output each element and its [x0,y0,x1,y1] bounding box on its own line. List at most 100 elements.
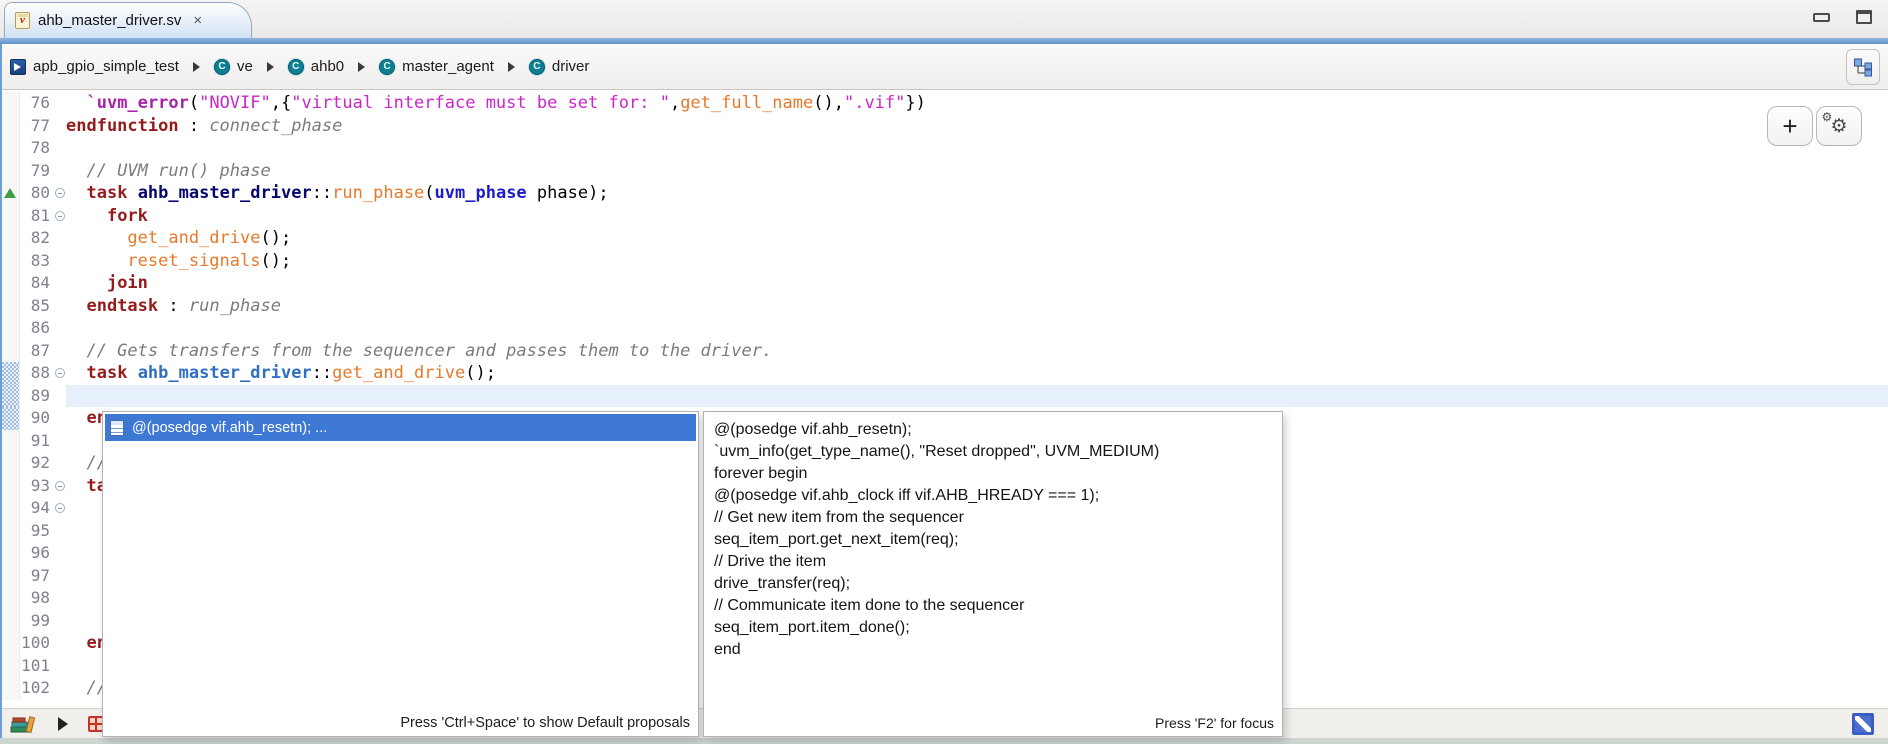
breadcrumb-label: ahb0 [311,58,344,75]
class-icon: C [379,59,395,75]
line-number: 80 [20,182,54,205]
marker-gutter [0,317,20,340]
code-line-80[interactable]: 80 task ahb_master_driver::run_phase(uvm… [0,182,1888,205]
marker-gutter [0,452,20,475]
close-icon[interactable]: × [193,12,202,29]
code-line-83[interactable]: 83 reset_signals(); [0,250,1888,273]
marker-gutter [0,655,20,678]
breadcrumb-arrow-icon [358,62,365,72]
marker-gutter [0,137,20,160]
line-number: 76 [20,92,54,115]
line-number: 101 [20,655,54,678]
class-icon: C [214,59,230,75]
code-line-84[interactable]: 84 join [0,272,1888,295]
marker-gutter [0,632,20,655]
fold-gutter [54,385,66,408]
completion-popup: @(posedge vif.ahb_resetn); ... Press 'Ct… [102,411,699,737]
detail-code-line: `uvm_info(get_type_name(), "Reset droppe… [714,441,1282,463]
window-bottom-edge [0,738,1888,744]
detail-code-line: seq_item_port.get_next_item(req); [714,529,1282,551]
component-icon [10,59,26,75]
fold-collapse-icon[interactable] [55,481,65,491]
breadcrumb-arrow-icon [193,62,200,72]
hierarchy-toggle-button[interactable] [1846,49,1880,85]
line-number: 79 [20,160,54,183]
line-number: 98 [20,587,54,610]
breadcrumb-label: ve [237,58,253,75]
marker-gutter [0,520,20,543]
marker-gutter [0,475,20,498]
line-number: 99 [20,610,54,633]
breadcrumb-label: driver [552,58,590,75]
books-icon[interactable] [10,713,38,735]
range-indicator [0,407,20,430]
play-icon[interactable] [58,717,68,731]
marker-gutter [0,587,20,610]
breadcrumb-item-master_agent[interactable]: Cmaster_agent [379,58,494,75]
code-line-85[interactable]: 85 endtask : run_phase [0,295,1888,318]
fold-gutter [54,452,66,475]
editor-left-border [0,44,2,738]
code-text [66,317,1888,340]
line-number: 83 [20,250,54,273]
breadcrumb-item-ve[interactable]: Cve [214,58,253,75]
detail-code-line: forever begin [714,463,1282,485]
minimize-icon[interactable] [1813,13,1830,22]
add-button[interactable]: + [1767,106,1813,146]
settings-button[interactable]: ⚙ [1816,106,1862,146]
line-number: 96 [20,542,54,565]
code-text: `uvm_error("NOVIF",{"virtual interface m… [66,92,1888,115]
code-line-82[interactable]: 82 get_and_drive(); [0,227,1888,250]
fold-gutter [54,115,66,138]
code-line-86[interactable]: 86 [0,317,1888,340]
class-icon: C [288,59,304,75]
code-line-78[interactable]: 78 [0,137,1888,160]
line-number: 84 [20,272,54,295]
line-number: 91 [20,430,54,453]
detail-code-line: end [714,639,1282,661]
fold-gutter [54,92,66,115]
breadcrumb-item-apb_gpio_simple_test[interactable]: apb_gpio_simple_test [10,58,179,75]
code-line-76[interactable]: 76 `uvm_error("NOVIF",{"virtual interfac… [0,92,1888,115]
code-text [66,385,1888,408]
code-text: endfunction : connect_phase [66,115,1888,138]
marker-gutter [0,610,20,633]
fold-gutter [54,565,66,588]
line-number: 86 [20,317,54,340]
range-indicator [0,385,20,408]
code-text: get_and_drive(); [66,227,1888,250]
fold-gutter [54,610,66,633]
code-line-79[interactable]: 79 // UVM run() phase [0,160,1888,183]
code-line-77[interactable]: 77 endfunction : connect_phase [0,115,1888,138]
code-text: // UVM run() phase [66,160,1888,183]
fold-collapse-icon[interactable] [55,211,65,221]
breadcrumb-item-driver[interactable]: Cdriver [529,58,590,75]
code-line-87[interactable]: 87 // Gets transfers from the sequencer … [0,340,1888,363]
fold-gutter [54,272,66,295]
editor-overlay-buttons: + ⚙ [1767,106,1862,146]
breadcrumb-item-ahb0[interactable]: Cahb0 [288,58,344,75]
breadcrumb-label: master_agent [402,58,494,75]
tab-ahb-master-driver[interactable]: v ahb_master_driver.sv × [4,2,252,38]
line-number: 78 [20,137,54,160]
fold-collapse-icon[interactable] [55,503,65,513]
maximize-icon[interactable] [1856,10,1872,24]
line-number: 82 [20,227,54,250]
code-text: reset_signals(); [66,250,1888,273]
detail-code-line: drive_transfer(req); [714,573,1282,595]
fold-gutter [54,520,66,543]
code-line-81[interactable]: 81 fork [0,205,1888,228]
code-line-88[interactable]: 88 task ahb_master_driver::get_and_drive… [0,362,1888,385]
line-number: 77 [20,115,54,138]
completion-proposal-selected[interactable]: @(posedge vif.ahb_resetn); ... [105,414,696,441]
detail-status-text: Press 'F2' for focus [1155,715,1274,731]
fold-gutter [54,542,66,565]
console-icon[interactable] [1852,713,1874,735]
fold-collapse-icon[interactable] [55,188,65,198]
detail-code-line: // Get new item from the sequencer [714,507,1282,529]
line-number: 85 [20,295,54,318]
marker-gutter [0,250,20,273]
fold-collapse-icon[interactable] [55,368,65,378]
code-line-89[interactable]: 89 [0,385,1888,408]
marker-gutter [0,430,20,453]
